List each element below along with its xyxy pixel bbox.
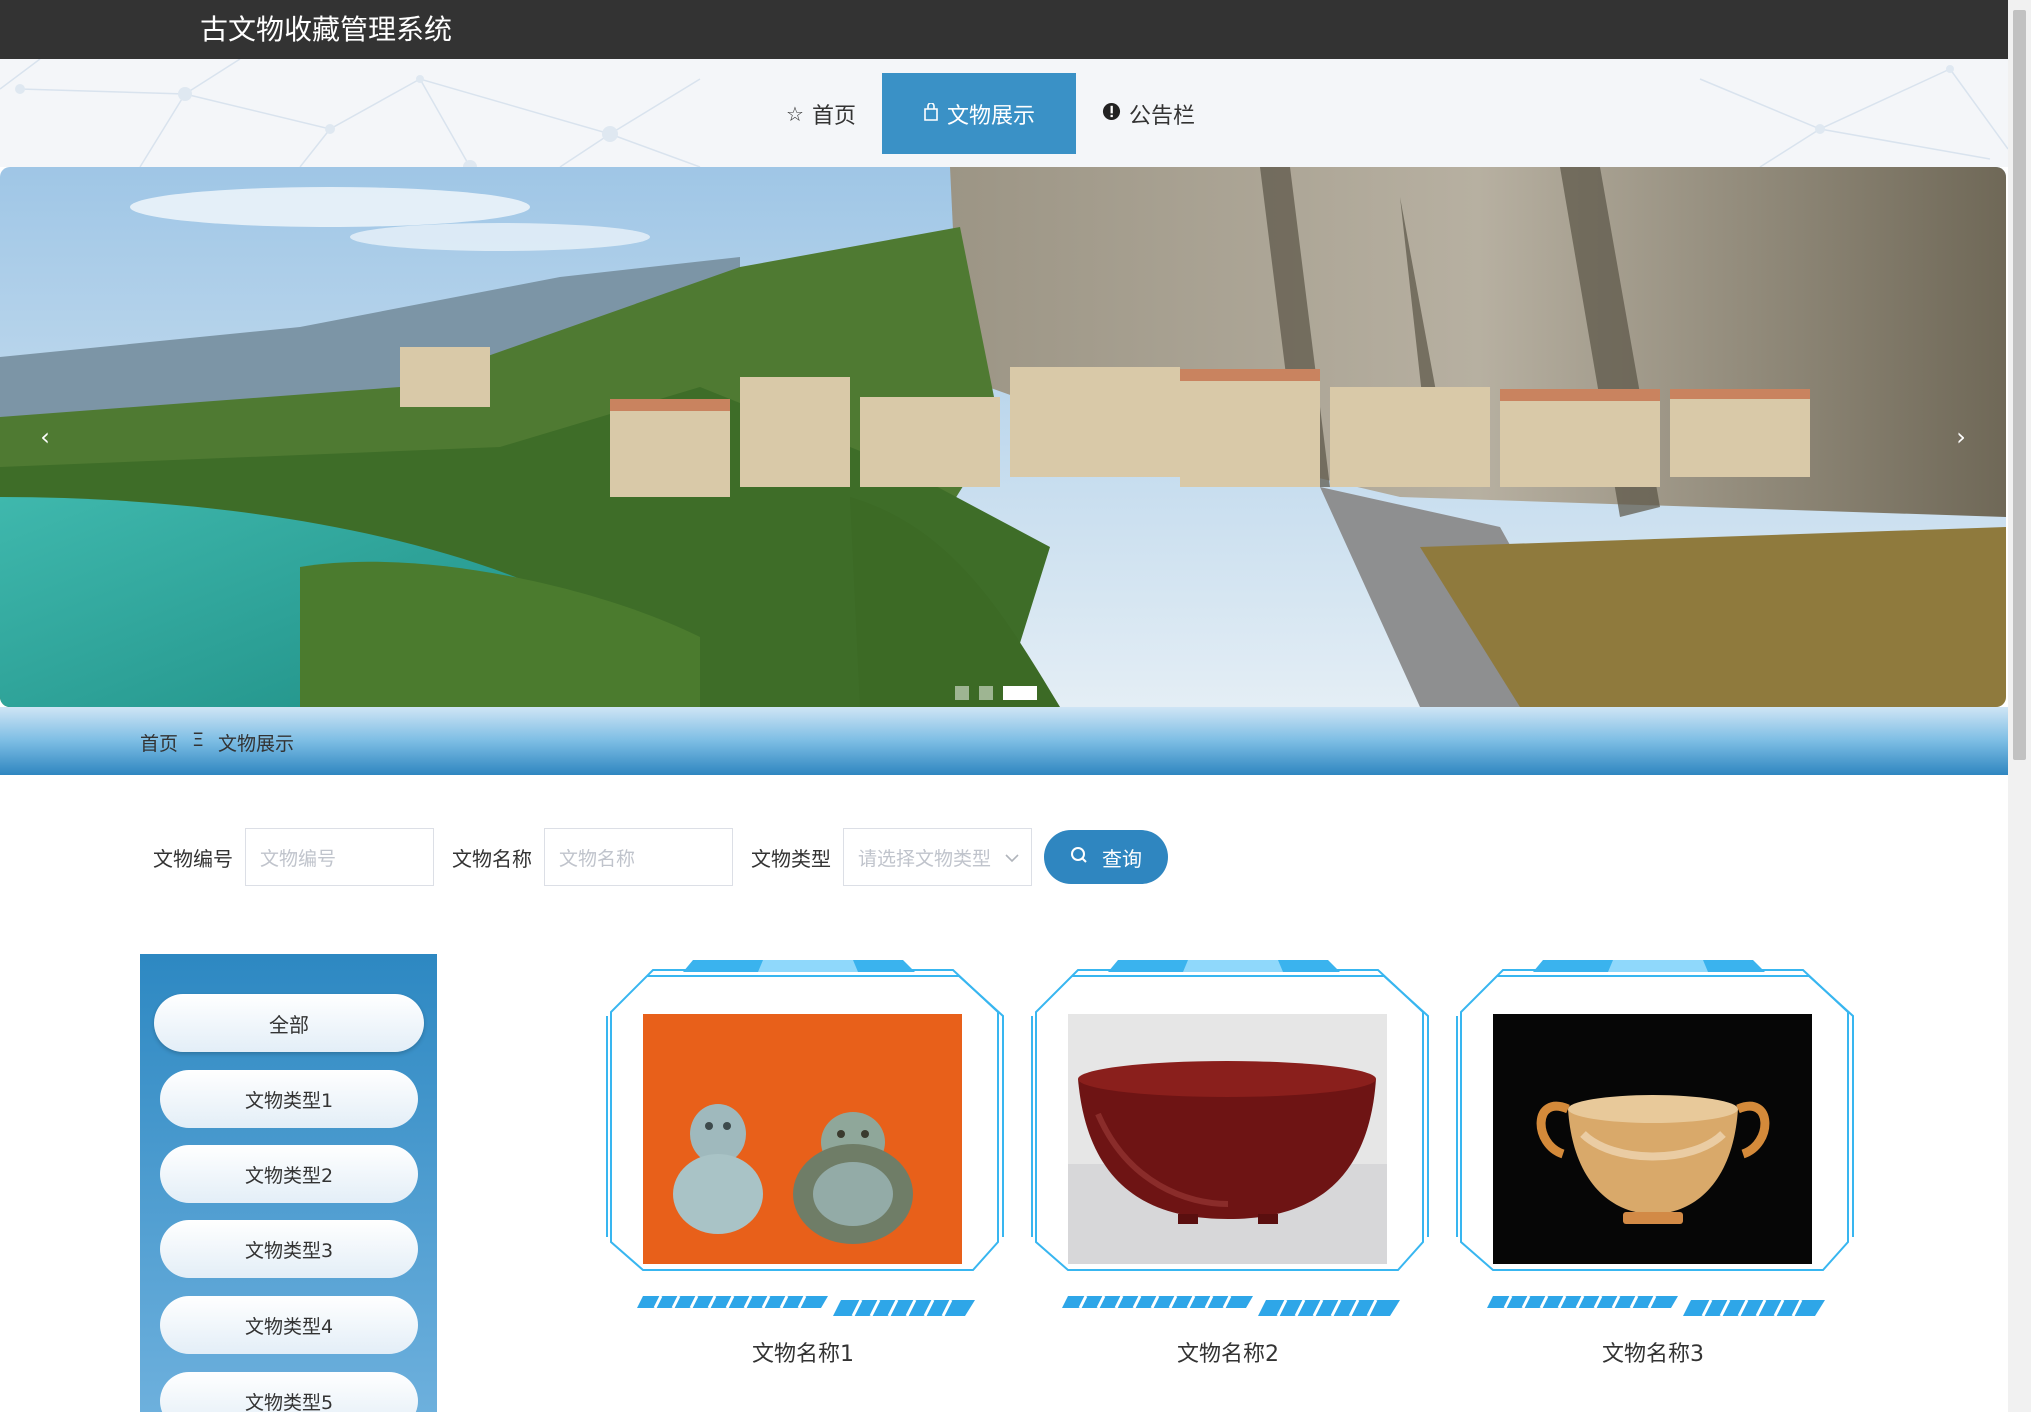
main-nav: ☆ 首页 文物展示 公告栏 (760, 73, 1221, 154)
nav-item-artifacts[interactable]: 文物展示 (881, 73, 1076, 154)
artifact-name[interactable]: 文物名称2 (1028, 1336, 1428, 1368)
category-button[interactable]: 文物类型1 (160, 1070, 418, 1128)
nav-item-home[interactable]: ☆ 首页 (760, 73, 882, 154)
nav-item-label: 文物展示 (946, 103, 1035, 129)
alert-icon (1102, 102, 1121, 126)
artifact-image (1068, 1014, 1387, 1264)
category-button[interactable]: 文物类型3 (160, 1220, 418, 1278)
nav-item-label: 首页 (811, 103, 856, 129)
artifact-card[interactable]: 文物名称2 (1028, 952, 1434, 1367)
code-label: 文物编号 (153, 846, 233, 871)
page-scrollbar[interactable] (2008, 0, 2031, 1412)
artifact-name[interactable]: 文物名称3 (1453, 1336, 1853, 1368)
artifact-card[interactable]: 文物名称1 (603, 952, 1009, 1367)
name-label: 文物名称 (452, 846, 532, 871)
top-bar: 古文物收藏管理系统 (0, 0, 2008, 59)
nav-item-notice[interactable]: 公告栏 (1076, 73, 1221, 154)
breadcrumb-separator: Ξ (192, 729, 205, 751)
type-select-placeholder: 请选择文物类型 (858, 847, 992, 870)
chevron-down-icon (1005, 846, 1019, 868)
code-input[interactable]: 文物编号 (245, 828, 434, 886)
carousel-banner[interactable]: ‹ › (0, 167, 2006, 707)
scrollbar-thumb[interactable] (2013, 10, 2026, 760)
category-button[interactable]: 文物类型4 (160, 1296, 418, 1354)
type-select[interactable]: 请选择文物类型 (843, 828, 1032, 886)
artifact-name[interactable]: 文物名称1 (603, 1336, 1003, 1368)
breadcrumb: 首页 Ξ 文物展示 (140, 729, 294, 756)
carousel-prev-button[interactable]: ‹ (30, 417, 60, 457)
artifact-image (643, 1014, 962, 1264)
type-label: 文物类型 (751, 846, 831, 871)
category-button[interactable]: 文物类型5 (160, 1372, 418, 1412)
category-sidebar: 全部 文物类型1 文物类型2 文物类型3 文物类型4 文物类型5 (140, 954, 437, 1412)
category-button[interactable]: 文物类型2 (160, 1145, 418, 1203)
nav-item-label: 公告栏 (1128, 103, 1195, 129)
carousel-next-button[interactable]: › (1946, 417, 1976, 457)
artifact-card[interactable]: 文物名称3 (1453, 952, 1859, 1367)
breadcrumb-home[interactable]: 首页 (140, 729, 178, 756)
breadcrumb-bar: 首页 Ξ 文物展示 (0, 707, 2008, 775)
nav-area: ☆ 首页 文物展示 公告栏 (0, 59, 2008, 167)
carousel-indicators (955, 686, 1037, 700)
query-button[interactable]: 查询 (1044, 830, 1168, 884)
search-icon (1070, 845, 1088, 869)
name-input[interactable]: 文物名称 (544, 828, 733, 886)
star-icon: ☆ (786, 101, 804, 126)
carousel-dot-active[interactable] (1003, 686, 1037, 700)
query-button-label: 查询 (1102, 846, 1142, 871)
artifact-image (1493, 1014, 1812, 1264)
search-form: 文物编号 文物编号 文物名称 文物名称 文物类型 请选择文物类型 查询 (153, 828, 1168, 886)
app-title: 古文物收藏管理系统 (200, 13, 453, 46)
category-all-button[interactable]: 全部 (154, 994, 424, 1052)
breadcrumb-current: 文物展示 (218, 733, 295, 755)
banner-image (0, 167, 2006, 707)
carousel-dot[interactable] (955, 686, 969, 700)
bag-icon (923, 101, 939, 126)
carousel-dot[interactable] (979, 686, 993, 700)
